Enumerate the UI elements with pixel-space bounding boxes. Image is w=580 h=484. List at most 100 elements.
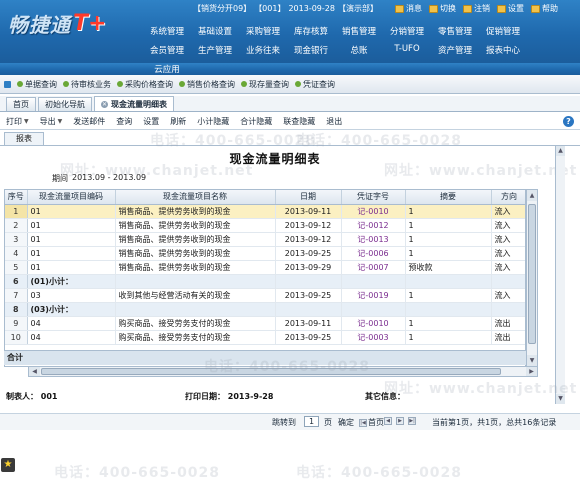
confirm-button[interactable]: 确定 <box>338 417 354 428</box>
cell-voucher[interactable]: 记-0013 <box>341 232 406 247</box>
cell-voucher[interactable]: 记-0003 <box>341 330 406 345</box>
table-row[interactable]: 5 01 销售商品、提供劳务收到的现金 2013-09-29 记-0007 预收款 流入 <box>5 260 525 275</box>
menu-promotion[interactable]: 促销管理 <box>479 25 527 37</box>
menu-ledger[interactable]: 总账 <box>335 44 383 56</box>
quick-doc-query[interactable]: 单据查询 <box>17 79 57 90</box>
help-icon[interactable]: ? <box>563 116 574 127</box>
menu-cash-bank[interactable]: 现金银行 <box>287 44 335 56</box>
table-row[interactable]: 3 01 销售商品、提供劳务收到的现金 2013-09-12 记-0013 1 流入 <box>5 232 525 247</box>
maker: 制表人： 001 <box>6 391 58 402</box>
report-tab[interactable]: 报表 <box>4 132 44 145</box>
cell-code: 01 <box>27 260 116 275</box>
next-page-button[interactable]: ▶ <box>395 417 405 425</box>
message-button[interactable]: 消息 <box>395 3 422 14</box>
cell-voucher[interactable] <box>341 274 406 289</box>
tab-cashflow-detail[interactable]: ✕ 现金流量明细表 <box>94 96 174 111</box>
quick-sales-price[interactable]: 销售价格查询 <box>179 79 235 90</box>
cell-date: 2013-09-11 <box>275 204 342 219</box>
cell-voucher[interactable]: 记-0010 <box>341 316 406 331</box>
strip-arrow-icon[interactable] <box>4 80 11 88</box>
cell-voucher[interactable] <box>341 302 406 317</box>
col-header-code[interactable]: 现金流量项目编码 <box>27 190 116 205</box>
menu-report-center[interactable]: 报表中心 <box>479 44 527 56</box>
query-button[interactable]: 查询 <box>116 116 132 127</box>
table-row[interactable]: 9 04 购买商品、接受劳务支付的现金 2013-09-11 记-0010 1 流出 <box>5 316 525 331</box>
col-header-summary[interactable]: 摘要 <box>405 190 492 205</box>
scroll-thumb[interactable] <box>41 368 501 375</box>
menu-cloud-apps[interactable]: 云应用 <box>143 63 191 75</box>
close-icon[interactable]: ✕ <box>101 100 108 108</box>
setup-button[interactable]: 设置 <box>143 116 159 127</box>
settings-button[interactable]: 设置 <box>497 3 524 14</box>
menu-system[interactable]: 系统管理 <box>143 25 191 37</box>
logout-icon <box>463 4 472 13</box>
print-button[interactable]: 打印 ▼ <box>6 116 29 127</box>
col-header-name[interactable]: 现金流量项目名称 <box>115 190 276 205</box>
menu-member[interactable]: 会员管理 <box>143 44 191 56</box>
scroll-right-icon[interactable]: ▶ <box>526 367 537 376</box>
refresh-button[interactable]: 刷新 <box>170 116 186 127</box>
grid-vertical-scrollbar[interactable]: ▲ ▼ <box>526 189 538 367</box>
switch-button[interactable]: 切换 <box>429 3 456 14</box>
page-vertical-scrollbar[interactable]: ▲ ▼ <box>555 146 565 404</box>
menu-tufo[interactable]: T-UFO <box>383 44 431 56</box>
hide-total-button[interactable]: 合计隐藏 <box>240 116 272 127</box>
quick-voucher-query[interactable]: 凭证查询 <box>295 79 335 90</box>
menu-sales[interactable]: 销售管理 <box>335 25 383 37</box>
quick-purchase-price[interactable]: 采购价格查询 <box>117 79 173 90</box>
col-header-voucher[interactable]: 凭证字号 <box>341 190 406 205</box>
first-page-button[interactable]: |◀ 首页 <box>358 417 384 428</box>
table-row[interactable]: 1 01 销售商品、提供劳务收到的现金 2013-09-11 记-0010 1 流入 <box>5 204 525 219</box>
col-header-direction[interactable]: 方向 <box>491 190 525 205</box>
last-page-button[interactable]: ▶| <box>407 417 417 425</box>
cell-direction: 流出 <box>491 316 525 331</box>
table-row[interactable]: 10 04 购买商品、接受劳务支付的现金 2013-09-25 记-0003 1 流出 <box>5 330 525 345</box>
table-row[interactable]: 2 01 销售商品、提供劳务收到的现金 2013-09-12 记-0012 1 流入 <box>5 218 525 233</box>
menu-assets[interactable]: 资产管理 <box>431 44 479 56</box>
hide-subtotal-button[interactable]: 小计隐藏 <box>197 116 229 127</box>
cell-summary: 1 <box>405 330 492 345</box>
cell-voucher[interactable]: 记-0007 <box>341 260 406 275</box>
cell-voucher[interactable]: 记-0012 <box>341 218 406 233</box>
quick-pending-review[interactable]: 待审核业务 <box>63 79 111 90</box>
grid-horizontal-scrollbar[interactable]: ◀ ▶ <box>28 366 538 377</box>
quick-stock-query[interactable]: 现存量查询 <box>241 79 289 90</box>
menu-purchase[interactable]: 采购管理 <box>239 25 287 37</box>
logout-label: 注销 <box>474 4 490 13</box>
logout-button[interactable]: 注销 <box>463 3 490 14</box>
scroll-thumb[interactable] <box>528 204 536 344</box>
menu-business[interactable]: 业务往来 <box>239 44 287 56</box>
hide-linked-button[interactable]: 联查隐藏 <box>283 116 315 127</box>
prev-page-button[interactable]: ◀ <box>383 417 393 425</box>
cell-name <box>115 274 276 289</box>
subtotal-row[interactable]: 6 (01)小计： <box>5 274 525 289</box>
col-header-no[interactable]: 序号 <box>5 190 28 205</box>
scroll-up-icon[interactable]: ▲ <box>556 146 565 156</box>
help-button[interactable]: 帮助 <box>531 3 558 14</box>
cell-voucher[interactable]: 记-0006 <box>341 246 406 261</box>
menu-production[interactable]: 生产管理 <box>191 44 239 56</box>
scroll-down-icon[interactable]: ▼ <box>527 355 537 366</box>
cell-voucher[interactable]: 记-0019 <box>341 288 406 303</box>
exit-button[interactable]: 退出 <box>326 116 342 127</box>
menu-basic-settings[interactable]: 基础设置 <box>191 25 239 37</box>
table-row[interactable]: 4 01 销售商品、提供劳务收到的现金 2013-09-25 记-0006 1 流入 <box>5 246 525 261</box>
menu-distribution[interactable]: 分销管理 <box>383 25 431 37</box>
send-email-button[interactable]: 发送邮件 <box>73 116 105 127</box>
favorite-star-icon[interactable]: ★ <box>1 458 15 472</box>
page-unit: 页 <box>324 418 332 427</box>
tab-home[interactable]: 首页 <box>6 97 36 111</box>
export-button[interactable]: 导出 ▼ <box>40 116 63 127</box>
subtotal-row[interactable]: 8 (03)小计： <box>5 302 525 317</box>
menu-inventory[interactable]: 库存核算 <box>287 25 335 37</box>
scroll-left-icon[interactable]: ◀ <box>29 367 40 376</box>
message-icon <box>395 4 404 13</box>
page-number-input[interactable]: 1 <box>304 416 319 427</box>
cell-voucher[interactable]: 记-0010 <box>341 204 406 219</box>
col-header-date[interactable]: 日期 <box>275 190 342 205</box>
tab-init-guide[interactable]: 初始化导航 <box>38 97 92 111</box>
scroll-up-icon[interactable]: ▲ <box>527 190 537 201</box>
menu-retail[interactable]: 零售管理 <box>431 25 479 37</box>
cell-name: 销售商品、提供劳务收到的现金 <box>115 218 276 233</box>
table-row[interactable]: 7 03 收到其他与经营活动有关的现金 2013-09-25 记-0019 1 流入 <box>5 288 525 303</box>
